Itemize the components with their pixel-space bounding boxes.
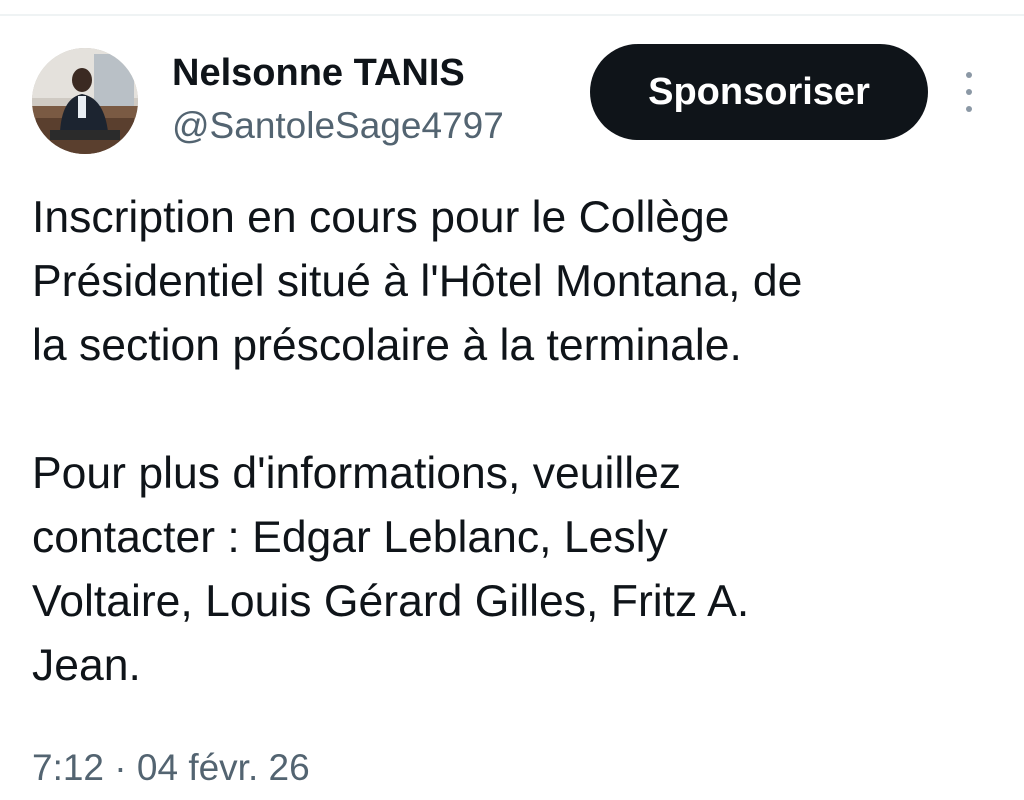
top-divider: [0, 14, 1024, 16]
tweet-timestamp[interactable]: 7:12 · 04 févr. 26: [32, 744, 310, 792]
tweet-line: Jean.: [32, 641, 141, 690]
vertical-ellipsis-icon[interactable]: [958, 72, 980, 112]
tweet-body: Inscription en cours pour le Collège Pré…: [32, 186, 1007, 698]
tweet-line: Inscription en cours pour le Collège: [32, 193, 730, 242]
tweet-line: Présidentiel situé à l'Hôtel Montana, de: [32, 257, 803, 306]
tweet-line: la section préscolaire à la terminale.: [32, 321, 742, 370]
ellipsis-dot: [966, 72, 972, 78]
tweet-paragraph-1: Inscription en cours pour le Collège Pré…: [32, 186, 1007, 378]
avatar-photo: [32, 48, 138, 154]
tweet-line: contacter : Edgar Leblanc, Lesly: [32, 513, 668, 562]
ellipsis-dot: [966, 106, 972, 112]
tweet-paragraph-2: Pour plus d'informations, veuillez conta…: [32, 442, 1007, 698]
author-handle[interactable]: @SantoleSage4797: [172, 104, 504, 148]
ellipsis-dot: [966, 89, 972, 95]
tweet-line: Voltaire, Louis Gérard Gilles, Fritz A.: [32, 577, 750, 626]
author-avatar[interactable]: [32, 48, 138, 154]
sponsor-button[interactable]: Sponsoriser: [590, 44, 928, 140]
tweet-line: Pour plus d'informations, veuillez: [32, 449, 682, 498]
tweet-screen: Nelsonne TANIS @SantoleSage4797 Sponsori…: [0, 0, 1024, 800]
author-display-name[interactable]: Nelsonne TANIS: [172, 50, 465, 96]
